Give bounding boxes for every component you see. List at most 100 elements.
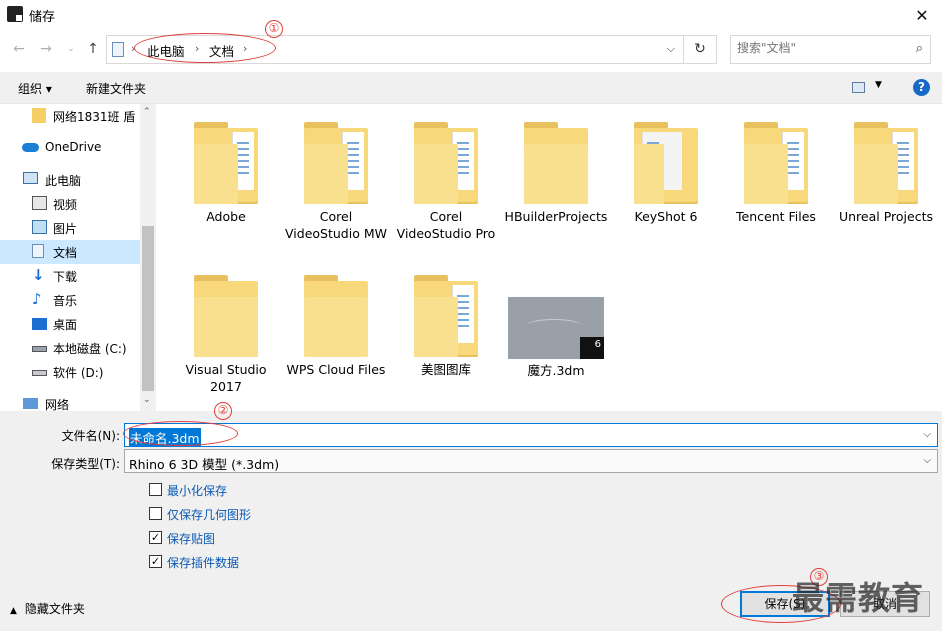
chevron-up-icon: ▲ (10, 606, 17, 616)
folder-icon (414, 275, 478, 357)
folder-icon (524, 122, 588, 204)
chevron-down-icon[interactable]: ⌵ (923, 429, 931, 440)
sidebar-scrollbar[interactable]: ⌃ ⌄ (140, 104, 156, 411)
file-label: Visual Studio 2017 (185, 362, 267, 394)
3dm-thumbnail: 6 (508, 297, 604, 359)
sidebar-item-network[interactable]: 网络 (0, 392, 140, 411)
drive-icon (32, 346, 47, 352)
folder-icon (634, 122, 698, 204)
document-icon (112, 42, 124, 57)
folder-icon (744, 122, 808, 204)
option-label[interactable]: 保存贴图 (167, 530, 215, 547)
sidebar-item-label: 此电脑 (45, 174, 82, 188)
file-label: Adobe (206, 209, 246, 224)
filetype-label: 保存类型(T): (51, 457, 120, 471)
scroll-up-icon[interactable]: ⌃ (143, 107, 151, 117)
sidebar-item-drive-c[interactable]: 本地磁盘 (C:) (0, 336, 140, 360)
view-options-icon[interactable] (852, 82, 865, 93)
file-item[interactable]: Tencent Files (722, 104, 830, 254)
sidebar-item-pictures[interactable]: 图片 (0, 216, 140, 240)
sidebar-item-videos[interactable]: 视频 (0, 192, 140, 216)
sidebar-item-documents[interactable]: 文档 (0, 240, 140, 264)
file-item[interactable]: Unreal Projects (832, 104, 940, 254)
sidebar-item-label: 本地磁盘 (C:) (53, 342, 127, 356)
file-label: Corel VideoStudio Pro (396, 209, 496, 241)
folder-icon (304, 275, 368, 357)
file-item[interactable]: WPS Cloud Files (282, 257, 390, 407)
close-button[interactable]: ✕ (902, 0, 942, 30)
rhino-app-icon (7, 6, 23, 22)
back-arrow-icon[interactable]: ← (10, 39, 28, 59)
recent-locations-chevron-icon[interactable]: ⌄ (62, 39, 80, 59)
sidebar-item-label: 文档 (53, 246, 78, 260)
file-item[interactable]: KeyShot 6 (612, 104, 720, 254)
checkbox-checked[interactable]: ✓ (149, 531, 162, 544)
search-icon[interactable]: ⌕ (916, 41, 923, 56)
forward-arrow-icon[interactable]: → (37, 39, 55, 59)
file-label: 美图图库 (420, 362, 471, 377)
sidebar-item-label: 音乐 (53, 294, 78, 308)
sidebar-item-network-class[interactable]: 网络1831班 盾 (0, 104, 140, 128)
annotation-number-1: ① (265, 20, 283, 38)
file-label: 魔方.3dm (527, 363, 585, 378)
network-icon (23, 398, 38, 409)
checkbox-checked[interactable]: ✓ (149, 555, 162, 568)
refresh-button[interactable]: ↻ (684, 35, 717, 64)
chevron-down-icon[interactable]: ⌵ (923, 455, 931, 466)
folder-icon (414, 122, 478, 204)
scrollbar-thumb[interactable] (142, 226, 154, 391)
sidebar-item-downloads[interactable]: ↓ 下载 (0, 264, 140, 288)
file-item[interactable]: Corel VideoStudio Pro (392, 104, 500, 254)
sidebar-item-label: 网络1831班 盾 (53, 110, 136, 124)
file-item[interactable]: Corel VideoStudio MW (282, 104, 390, 254)
file-label: WPS Cloud Files (286, 362, 386, 377)
navigation-pane: 网络1831班 盾 OneDrive 此电脑 视频 图片 文档 ↓ 下载 ♪ 音… (0, 104, 156, 411)
filetype-select[interactable]: Rhino 6 3D 模型 (*.3dm) ⌵ (124, 449, 938, 473)
sidebar-item-music[interactable]: ♪ 音乐 (0, 288, 140, 312)
file-item[interactable]: 6 魔方.3dm (502, 206, 610, 378)
scroll-down-icon[interactable]: ⌄ (143, 395, 151, 405)
hide-folders-label: 隐藏文件夹 (24, 602, 85, 616)
search-input[interactable] (737, 41, 897, 55)
pictures-icon (32, 220, 47, 234)
chevron-down-icon[interactable]: ⌵ (667, 42, 675, 56)
video-icon (32, 196, 47, 210)
option-label[interactable]: 最小化保存 (167, 482, 227, 499)
organize-button[interactable]: 组织 ▾ (18, 80, 52, 97)
file-item[interactable]: Adobe (172, 104, 280, 254)
file-item[interactable]: 美图图库 (392, 257, 500, 407)
search-box[interactable]: ⌕ (730, 35, 931, 64)
sidebar-item-label: OneDrive (45, 140, 102, 154)
new-folder-button[interactable]: 新建文件夹 (86, 80, 146, 97)
filename-field[interactable]: 未命名.3dm ⌵ (124, 423, 938, 447)
up-arrow-icon[interactable]: ↑ (84, 39, 102, 59)
checkbox[interactable] (149, 507, 162, 520)
sidebar-item-drive-d[interactable]: 软件 (D:) (0, 360, 140, 384)
hide-folders-toggle[interactable]: ▲ 隐藏文件夹 (10, 600, 85, 617)
annotation-ellipse (134, 33, 276, 63)
music-note-icon: ♪ (32, 290, 42, 308)
toolbar: 组织 ▾ 新建文件夹 ▼ ? (0, 72, 942, 104)
sidebar-item-this-pc[interactable]: 此电脑 (0, 168, 140, 192)
annotation-ellipse (123, 421, 238, 446)
folder-icon (854, 122, 918, 204)
view-dropdown-arrow-icon[interactable]: ▼ (875, 80, 882, 90)
option-label[interactable]: 仅保存几何图形 (167, 506, 251, 523)
window-title: 储存 (29, 10, 56, 25)
sidebar-item-desktop[interactable]: 桌面 (0, 312, 140, 336)
sidebar-item-onedrive[interactable]: OneDrive (0, 136, 140, 160)
checkbox[interactable] (149, 483, 162, 496)
annotation-number-2: ② (214, 402, 232, 420)
sidebar-item-label: 下载 (53, 270, 78, 284)
file-label: Unreal Projects (838, 209, 933, 224)
desktop-icon (32, 318, 47, 330)
help-icon[interactable]: ? (913, 79, 930, 96)
file-item[interactable]: Visual Studio 2017 (172, 257, 280, 407)
computer-icon (23, 172, 38, 184)
file-label: KeyShot 6 (634, 209, 698, 224)
drive-icon (32, 370, 47, 376)
file-label: Tencent Files (736, 209, 816, 224)
sidebar-item-label: 视频 (53, 198, 78, 212)
option-label[interactable]: 保存插件数据 (167, 554, 239, 571)
folder-icon (194, 275, 258, 357)
